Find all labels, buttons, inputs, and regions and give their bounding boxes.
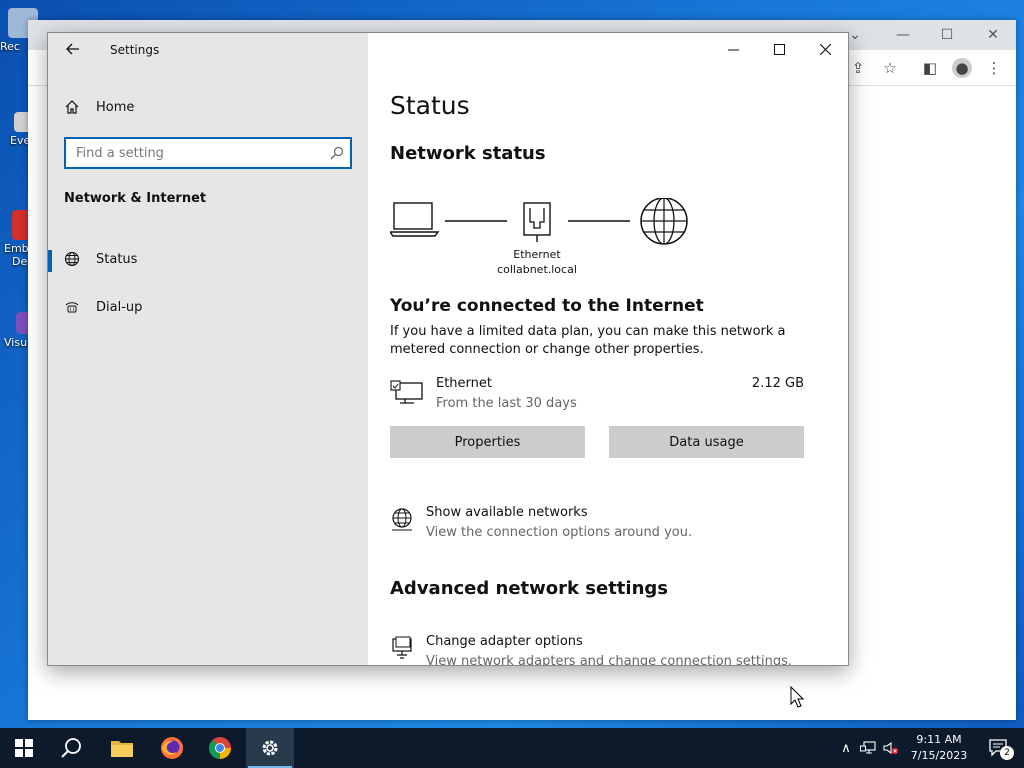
- back-arrow-icon: [66, 43, 79, 55]
- gear-icon: [262, 740, 278, 756]
- taskbar-settings[interactable]: [246, 728, 294, 768]
- network-name-label: collabnet.local: [497, 263, 577, 276]
- clock-time: 9:11 AM: [916, 733, 962, 746]
- network-tray-icon[interactable]: [856, 741, 880, 755]
- mouse-cursor-icon: [790, 686, 804, 708]
- sidebar-item-label: Dial-up: [96, 299, 143, 315]
- chrome-icon: [209, 737, 231, 759]
- action-center-button[interactable]: 2: [976, 728, 1024, 768]
- minimize-icon: [727, 49, 739, 50]
- adapter-options-title: Change adapter options: [426, 634, 583, 649]
- ethernet-adapter-icon: [523, 202, 551, 242]
- connected-description: If you have a limited data plan, you can…: [390, 324, 786, 357]
- back-button[interactable]: [62, 39, 84, 61]
- show-available-networks-link[interactable]: Show available networks View the connect…: [390, 505, 810, 545]
- maximize-icon: [773, 43, 785, 55]
- nav-home-label: Home: [96, 99, 135, 115]
- sidebar-item-label: Status: [96, 251, 138, 267]
- minimize-button[interactable]: [710, 33, 756, 65]
- section-title: Network & Internet: [64, 191, 207, 206]
- show-hidden-icons-chevron-icon[interactable]: ∧: [836, 741, 856, 756]
- ethernet-data-usage: 2.12 GB: [751, 376, 804, 391]
- window-title: Settings: [110, 43, 160, 57]
- show-networks-title: Show available networks: [426, 505, 588, 520]
- volume-muted-icon[interactable]: [880, 741, 902, 755]
- taskbar-file-explorer[interactable]: [98, 728, 146, 768]
- change-adapter-options-link[interactable]: Change adapter options View network adap…: [390, 634, 810, 666]
- nav-home[interactable]: Home: [64, 95, 134, 119]
- properties-button[interactable]: Properties: [390, 426, 585, 458]
- show-networks-desc: View the connection options around you.: [426, 525, 693, 540]
- profile-icon[interactable]: ●: [952, 58, 972, 78]
- network-status-heading: Network status: [390, 143, 546, 164]
- taskbar: ∧ 9:11 AM 7/15/2023 2: [0, 728, 1024, 768]
- search-box[interactable]: [64, 137, 352, 169]
- main-content: Status Network status Ethernet collabnet…: [368, 33, 848, 665]
- adapter-monitor-icon: [390, 636, 414, 664]
- connected-heading: You’re connected to the Internet: [390, 296, 704, 316]
- ethernet-usage-row: Ethernet From the last 30 days 2.12 GB: [390, 376, 804, 416]
- taskbar-clock[interactable]: 9:11 AM 7/15/2023: [906, 732, 972, 764]
- folder-icon: [111, 741, 133, 757]
- search-input[interactable]: [66, 139, 316, 167]
- internet-globe-icon: [640, 197, 688, 245]
- globe-icon: [64, 251, 82, 267]
- ethernet-name: Ethernet: [436, 376, 492, 391]
- adapter-options-desc: View network adapters and change connect…: [426, 654, 792, 666]
- side-panel-icon[interactable]: ◧: [920, 58, 940, 78]
- firefox-icon: [161, 737, 183, 759]
- home-icon: [64, 99, 82, 115]
- close-button[interactable]: [802, 33, 848, 65]
- clock-date: 7/15/2023: [910, 749, 968, 762]
- network-diagram: Ethernet collabnet.local: [388, 197, 710, 278]
- maximize-button[interactable]: [756, 33, 802, 65]
- more-menu-icon[interactable]: ⋮: [984, 58, 1004, 78]
- windows-logo-icon: [15, 739, 33, 757]
- taskbar-chrome[interactable]: [196, 728, 244, 768]
- laptop-icon: [388, 202, 440, 237]
- browser-close-icon[interactable]: ✕: [982, 26, 1004, 44]
- search-icon: [61, 738, 81, 758]
- settings-window: Settings Home Network & Internet Status: [47, 32, 849, 666]
- browser-maximize-icon[interactable]: ☐: [936, 26, 958, 44]
- share-icon[interactable]: ⇪: [848, 58, 868, 78]
- taskbar-search-button[interactable]: [48, 728, 96, 768]
- ethernet-pc-icon: [390, 380, 424, 412]
- sidebar: Settings Home Network & Internet Status: [48, 33, 368, 665]
- adapter-label: Ethernet: [513, 248, 561, 261]
- notification-count-badge: 2: [1000, 746, 1014, 760]
- dialup-icon: [64, 299, 82, 315]
- browser-minimize-icon[interactable]: —: [892, 26, 914, 44]
- globe-network-icon: [390, 507, 414, 535]
- advanced-settings-heading: Advanced network settings: [390, 578, 668, 599]
- taskbar-firefox[interactable]: [148, 728, 196, 768]
- close-icon: [819, 43, 831, 55]
- search-icon[interactable]: [330, 145, 344, 164]
- sidebar-item-status[interactable]: Status: [48, 241, 368, 277]
- page-title: Status: [390, 91, 470, 120]
- sidebar-item-dial-up[interactable]: Dial-up: [48, 289, 368, 325]
- network-diagram-graphic: [388, 197, 688, 245]
- bookmark-star-icon[interactable]: ☆: [880, 58, 900, 78]
- system-tray: ∧: [836, 728, 902, 768]
- ethernet-period: From the last 30 days: [436, 396, 577, 411]
- data-usage-button[interactable]: Data usage: [609, 426, 804, 458]
- start-button[interactable]: [0, 728, 48, 768]
